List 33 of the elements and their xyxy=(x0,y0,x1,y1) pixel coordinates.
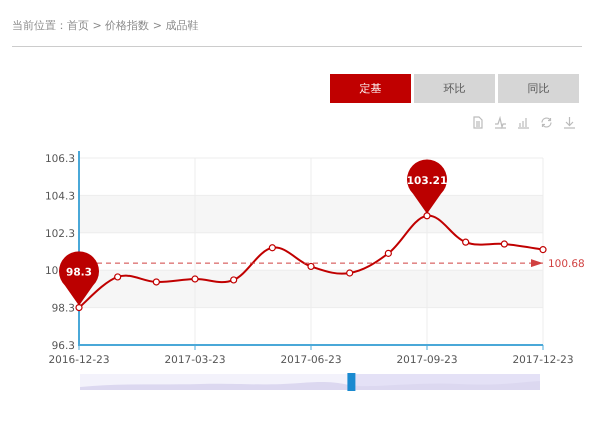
pin-label: 103.21 xyxy=(406,174,448,187)
axis-label: 106.3 xyxy=(44,153,75,165)
axis-label: 102.3 xyxy=(44,228,75,240)
data-point[interactable] xyxy=(500,240,508,248)
axis-label: 10 xyxy=(45,265,58,278)
data-point[interactable] xyxy=(307,262,315,270)
data-point[interactable] xyxy=(462,238,470,246)
data-point[interactable] xyxy=(539,246,547,254)
data-point[interactable] xyxy=(423,212,431,220)
axis-label: 2017-12-23 xyxy=(512,354,574,366)
data-point[interactable] xyxy=(114,273,122,281)
period-tab[interactable]: 同比 xyxy=(498,74,579,103)
axis-label: 2016-12-23 xyxy=(48,354,110,366)
average-label: 100.68 xyxy=(548,258,585,270)
axis-label: 104.3 xyxy=(44,190,75,202)
data-point[interactable] xyxy=(346,269,354,277)
data-point[interactable] xyxy=(152,278,160,286)
pin-marker xyxy=(407,160,447,214)
period-tab[interactable]: 定基 xyxy=(330,74,411,103)
data-point[interactable] xyxy=(75,304,83,312)
axis-label: 98.3 xyxy=(52,302,75,315)
axis-label: 2017-09-23 xyxy=(396,354,458,366)
pin-label: 98.3 xyxy=(66,266,92,279)
zoom-slider[interactable] xyxy=(80,373,540,391)
axis-label: 2017-03-23 xyxy=(164,354,226,366)
data-point[interactable] xyxy=(384,250,392,257)
data-point[interactable] xyxy=(268,244,276,252)
period-tab[interactable]: 环比 xyxy=(414,74,495,103)
data-point[interactable] xyxy=(230,276,238,284)
breadcrumb: 当前位置：首页 > 价格指数 > 成品鞋 xyxy=(11,18,200,34)
data-point[interactable] xyxy=(191,275,199,283)
axis-label: 96.3 xyxy=(52,340,75,352)
axis-label: 2017-06-23 xyxy=(280,354,342,366)
